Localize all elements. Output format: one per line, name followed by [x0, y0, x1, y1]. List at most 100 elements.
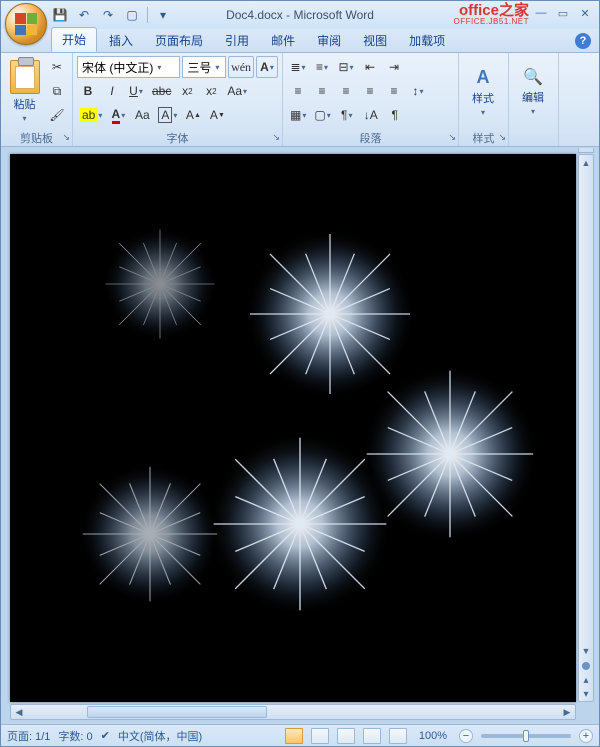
borders-button[interactable]: ▢	[311, 104, 333, 126]
tab-insert[interactable]: 插入	[99, 29, 143, 52]
sort-button[interactable]: ↓A	[360, 104, 382, 126]
undo-button[interactable]: ↶	[75, 6, 93, 24]
grow-font-button[interactable]: A▲	[182, 104, 204, 126]
distribute-button[interactable]: ≡	[383, 80, 405, 102]
maximize-button[interactable]: ▭	[553, 5, 573, 21]
qat-customize-button[interactable]: ▾	[154, 6, 172, 24]
document-page[interactable]	[10, 154, 576, 702]
help-icon[interactable]: ?	[575, 33, 591, 49]
styles-button[interactable]: A 样式 ▾	[463, 56, 503, 127]
tab-mailings[interactable]: 邮件	[261, 29, 305, 52]
align-center-button[interactable]: ≡	[311, 80, 333, 102]
bullet-list-button[interactable]: ≣	[287, 56, 309, 78]
font-launcher[interactable]: ↘	[272, 132, 280, 143]
scroll-right-button[interactable]: ▶	[559, 705, 575, 719]
shading-button[interactable]: ▦	[287, 104, 309, 126]
view-print-layout[interactable]	[285, 728, 303, 744]
cut-button[interactable]: ✂	[46, 56, 68, 78]
tab-layout[interactable]: 页面布局	[145, 29, 213, 52]
line-spacing-button[interactable]: ↕	[407, 80, 429, 102]
horizontal-scrollbar[interactable]: ◀ ▶	[10, 704, 576, 720]
status-words[interactable]: 字数: 0	[58, 728, 92, 744]
scroll-up-button[interactable]: ▲	[579, 155, 593, 171]
view-web-layout[interactable]	[337, 728, 355, 744]
status-lang[interactable]: 中文(简体，中国)	[118, 728, 202, 744]
star-shape[interactable]	[101, 225, 220, 344]
italic-button[interactable]: I	[101, 80, 123, 102]
tab-view[interactable]: 视图	[353, 29, 397, 52]
close-button[interactable]: ✕	[575, 5, 595, 21]
zoom-in-button[interactable]: +	[579, 729, 593, 743]
multilevel-button[interactable]: ⊟	[335, 56, 357, 78]
tab-references[interactable]: 引用	[215, 29, 259, 52]
scroll-down-button[interactable]: ▼	[579, 643, 593, 659]
inc-indent-button[interactable]: ⇥	[383, 56, 405, 78]
tab-review[interactable]: 审阅	[307, 29, 351, 52]
char-border-button[interactable]: A	[155, 104, 180, 126]
editing-button[interactable]: 🔍 编辑 ▾	[513, 56, 553, 127]
save-icon[interactable]: 💾	[51, 6, 69, 24]
font-color-button[interactable]: A	[107, 104, 129, 126]
vscroll-track[interactable]	[579, 171, 593, 643]
shrink-font-button[interactable]: A▼	[206, 104, 228, 126]
highlight-button[interactable]: ab	[77, 104, 105, 126]
watermark-sub: OFFICE.JB51.NET	[453, 18, 529, 26]
copy-button[interactable]: ⧉	[46, 80, 68, 102]
subscript-button[interactable]: x2	[176, 80, 198, 102]
superscript-button[interactable]: x2	[200, 80, 222, 102]
tab-home[interactable]: 开始	[51, 27, 97, 52]
bold-button[interactable]: B	[77, 80, 99, 102]
star-shape[interactable]	[206, 430, 395, 619]
justify-button[interactable]: ≡	[359, 80, 381, 102]
paste-button[interactable]: 粘贴 ▾	[5, 56, 44, 127]
scroll-left-button[interactable]: ◀	[11, 705, 27, 719]
format-painter-button[interactable]: 🖌	[46, 104, 68, 126]
styles-icon: A	[477, 67, 490, 88]
zoom-out-button[interactable]: −	[459, 729, 473, 743]
clear-format-button[interactable]: wén	[228, 56, 254, 78]
next-page-button[interactable]: ▾	[579, 687, 593, 701]
office-button[interactable]	[5, 3, 47, 45]
dec-indent-button[interactable]: ⇤	[359, 56, 381, 78]
hscroll-track[interactable]	[27, 705, 559, 719]
underline-button[interactable]: U	[125, 80, 147, 102]
browse-object-button[interactable]	[579, 659, 593, 673]
split-handle[interactable]	[578, 148, 594, 153]
view-outline[interactable]	[363, 728, 381, 744]
prev-page-button[interactable]: ▴	[579, 673, 593, 687]
zoom-level[interactable]: 100%	[419, 730, 447, 742]
align-left-button[interactable]: ≡	[287, 80, 309, 102]
zoom-slider[interactable]	[481, 734, 571, 738]
view-draft[interactable]	[389, 728, 407, 744]
styles-launcher[interactable]: ↘	[498, 132, 506, 143]
phonetic-button[interactable]: A	[256, 56, 278, 78]
char-scale-button[interactable]: Aa	[131, 104, 153, 126]
view-full-reading[interactable]	[311, 728, 329, 744]
status-page[interactable]: 页面: 1/1	[7, 728, 50, 744]
editing-group-label	[509, 130, 558, 146]
strike-button[interactable]: abc	[149, 80, 174, 102]
tab-addins[interactable]: 加载项	[399, 29, 455, 52]
show-marks-button[interactable]: ¶	[384, 104, 406, 126]
font-family-combo[interactable]: 宋体 (中文正)	[77, 56, 180, 78]
number-list-button[interactable]: ≡	[311, 56, 333, 78]
hscroll-thumb[interactable]	[87, 706, 267, 718]
zoom-knob[interactable]	[523, 730, 529, 742]
font-size-combo[interactable]: 三号	[182, 56, 226, 78]
clipboard-icon	[10, 60, 40, 94]
font-group-label: 字体 ↘	[73, 130, 282, 146]
star-shape[interactable]	[77, 461, 224, 608]
minimize-button[interactable]: —	[531, 5, 551, 21]
paragraph-launcher[interactable]: ↘	[448, 132, 456, 143]
clipboard-launcher[interactable]: ↘	[62, 132, 70, 143]
rtl-button[interactable]: ¶	[336, 104, 358, 126]
clipboard-group-label: 剪贴板 ↘	[1, 130, 72, 146]
align-right-button[interactable]: ≡	[335, 80, 357, 102]
vertical-scrollbar[interactable]: ▲ ▼ ▴ ▾	[578, 154, 594, 702]
status-spell-icon[interactable]: ✔	[101, 729, 110, 742]
change-case-button[interactable]: Aa	[224, 80, 250, 102]
status-bar: 页面: 1/1 字数: 0 ✔ 中文(简体，中国) 100% − +	[1, 724, 599, 746]
redo-button[interactable]: ↷	[99, 6, 117, 24]
new-doc-button[interactable]: ▢	[123, 6, 141, 24]
quick-access-toolbar: 💾 ↶ ↷ ▢ ▾	[51, 6, 172, 24]
